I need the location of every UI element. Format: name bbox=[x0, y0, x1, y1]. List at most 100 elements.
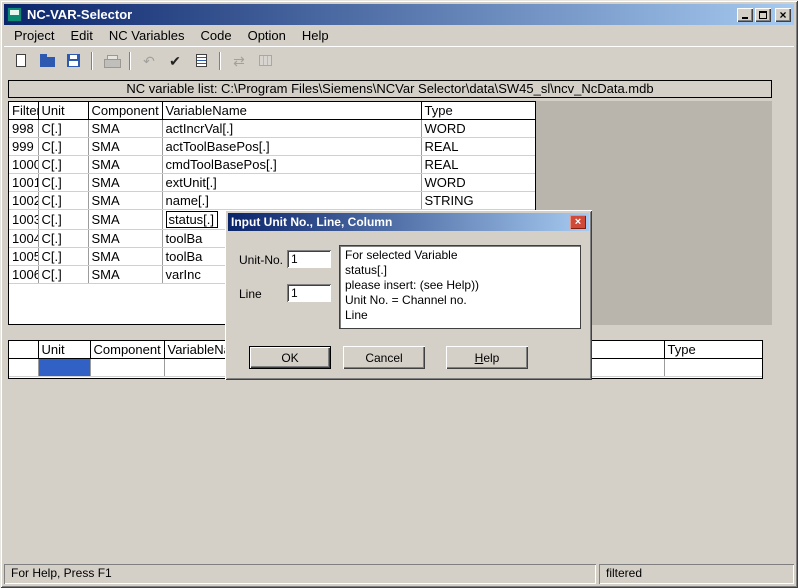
cell-blank[interactable] bbox=[9, 358, 39, 377]
col-filter: Filter bbox=[9, 102, 39, 120]
cell-filter[interactable]: 1000 bbox=[9, 155, 39, 174]
cell-type[interactable]: STRING bbox=[421, 191, 535, 210]
accept-button[interactable]: ✔ bbox=[163, 50, 187, 72]
toolbar-separator bbox=[219, 51, 221, 70]
focused-cell[interactable]: status[.] bbox=[165, 211, 218, 228]
cell-unit[interactable]: C[.] bbox=[38, 229, 89, 248]
app-icon[interactable] bbox=[7, 7, 22, 22]
minimize-button[interactable] bbox=[737, 7, 753, 22]
cell-filter[interactable]: 1006 bbox=[9, 265, 39, 284]
cell-filter[interactable]: 999 bbox=[9, 137, 39, 156]
cell-filter[interactable]: 1004 bbox=[9, 229, 39, 248]
line-input[interactable] bbox=[287, 284, 331, 302]
cell-component[interactable]: SMA bbox=[88, 265, 163, 284]
unit-no-input[interactable] bbox=[287, 250, 331, 268]
cell-filter[interactable]: 1003 bbox=[9, 209, 39, 230]
cell-filter[interactable]: 1005 bbox=[9, 247, 39, 266]
info-line: For selected Variable bbox=[345, 248, 458, 262]
undo-icon: ↶ bbox=[143, 52, 155, 69]
cell-variablename[interactable]: extUnit[.] bbox=[162, 173, 422, 192]
cell-component[interactable]: SMA bbox=[88, 191, 163, 210]
table-row[interactable]: 998 C[.] SMA actIncrVal[.] WORD bbox=[9, 119, 535, 138]
cell-component[interactable]: SMA bbox=[88, 247, 163, 266]
cell-component[interactable]: SMA bbox=[88, 137, 163, 156]
line-label: Line bbox=[239, 287, 262, 301]
ok-button[interactable]: OK bbox=[249, 346, 331, 369]
col-component: Component bbox=[88, 102, 163, 120]
table-row[interactable]: 1000 C[.] SMA cmdToolBasePos[.] REAL bbox=[9, 155, 535, 174]
menu-help[interactable]: Help bbox=[294, 26, 337, 45]
new-button[interactable] bbox=[9, 50, 33, 72]
col-component: Component bbox=[90, 341, 165, 359]
dialog-close-button[interactable]: × bbox=[570, 215, 586, 229]
help-button[interactable]: Help bbox=[446, 346, 528, 369]
cell-component[interactable]: SMA bbox=[88, 155, 163, 174]
table-row[interactable]: 999 C[.] SMA actToolBasePos[.] REAL bbox=[9, 137, 535, 156]
cell-component[interactable]: SMA bbox=[88, 229, 163, 248]
cell-component[interactable]: SMA bbox=[88, 119, 163, 138]
cancel-button[interactable]: Cancel bbox=[343, 346, 425, 369]
table-row[interactable]: 1002 C[.] SMA name[.] STRING bbox=[9, 191, 535, 210]
cell-type[interactable]: REAL bbox=[421, 155, 535, 174]
close-button[interactable]: × bbox=[775, 7, 791, 22]
col-variablename: VariableName bbox=[162, 102, 422, 120]
cell-type[interactable]: WORD bbox=[421, 119, 535, 138]
input-unit-dialog: Input Unit No., Line, Column × Unit-No. … bbox=[225, 210, 592, 380]
cell-unit[interactable]: C[.] bbox=[38, 191, 89, 210]
save-button[interactable] bbox=[61, 50, 85, 72]
dialog-titlebar: Input Unit No., Line, Column × bbox=[228, 213, 589, 231]
menu-code[interactable]: Code bbox=[193, 26, 240, 45]
cell-variablename[interactable]: actToolBasePos[.] bbox=[162, 137, 422, 156]
col-type: Type bbox=[664, 341, 762, 359]
cell-unit[interactable]: C[.] bbox=[38, 247, 89, 266]
cell-unit-selected[interactable] bbox=[38, 358, 91, 377]
toolbar-separator bbox=[129, 51, 131, 70]
menu-option[interactable]: Option bbox=[240, 26, 294, 45]
cell-component[interactable] bbox=[90, 358, 165, 377]
cell-filter[interactable]: 1001 bbox=[9, 173, 39, 192]
undo-button[interactable]: ↶ bbox=[137, 50, 161, 72]
cell-filter[interactable]: 1002 bbox=[9, 191, 39, 210]
cell-unit[interactable]: C[.] bbox=[38, 155, 89, 174]
cell-unit[interactable]: C[.] bbox=[38, 209, 89, 230]
cell-unit[interactable]: C[.] bbox=[38, 265, 89, 284]
cell-variablename[interactable]: cmdToolBasePos[.] bbox=[162, 155, 422, 174]
toolbar-separator bbox=[91, 51, 93, 70]
cell-variablename[interactable]: name[.] bbox=[162, 191, 422, 210]
save-icon bbox=[66, 54, 80, 67]
col-type: Type bbox=[421, 102, 535, 120]
menu-nc-variables[interactable]: NC Variables bbox=[101, 26, 193, 45]
cell-variablename[interactable]: actIncrVal[.] bbox=[162, 119, 422, 138]
table-row[interactable]: 1001 C[.] SMA extUnit[.] WORD bbox=[9, 173, 535, 192]
col-unit: Unit bbox=[38, 341, 91, 359]
cell-filter[interactable]: 998 bbox=[9, 119, 39, 138]
cell-type[interactable]: REAL bbox=[421, 137, 535, 156]
cell-unit[interactable]: C[.] bbox=[38, 173, 89, 192]
info-line: Unit No. = Channel no. bbox=[345, 293, 467, 307]
cell-unit[interactable]: C[.] bbox=[38, 137, 89, 156]
open-button[interactable] bbox=[35, 50, 59, 72]
print-button[interactable] bbox=[99, 50, 123, 72]
grid-button[interactable] bbox=[253, 50, 277, 72]
dialog-close-icon: × bbox=[574, 215, 582, 228]
toolbar: ↶ ✔ ⇄ bbox=[4, 46, 794, 74]
transfer-button[interactable]: ⇄ bbox=[227, 50, 251, 72]
dialog-title: Input Unit No., Line, Column bbox=[231, 215, 393, 229]
menu-bar: Project Edit NC Variables Code Option He… bbox=[4, 25, 794, 46]
menu-edit[interactable]: Edit bbox=[62, 26, 100, 45]
status-message: For Help, Press F1 bbox=[4, 564, 596, 584]
menu-project[interactable]: Project bbox=[6, 26, 62, 45]
list-button[interactable] bbox=[189, 50, 213, 72]
filter-status: filtered bbox=[599, 564, 794, 584]
maximize-button[interactable] bbox=[755, 7, 771, 22]
cell-unit[interactable]: C[.] bbox=[38, 119, 89, 138]
cell-component[interactable]: SMA bbox=[88, 209, 163, 230]
grid-icon bbox=[258, 55, 272, 66]
app-window: NC-VAR-Selector × Project Edit NC Variab… bbox=[0, 0, 798, 588]
cell-type[interactable]: WORD bbox=[421, 173, 535, 192]
open-icon bbox=[39, 54, 55, 67]
cell-component[interactable]: SMA bbox=[88, 173, 163, 192]
window-controls: × bbox=[737, 7, 791, 22]
minimize-icon bbox=[742, 17, 748, 19]
cell-type[interactable] bbox=[664, 358, 762, 377]
